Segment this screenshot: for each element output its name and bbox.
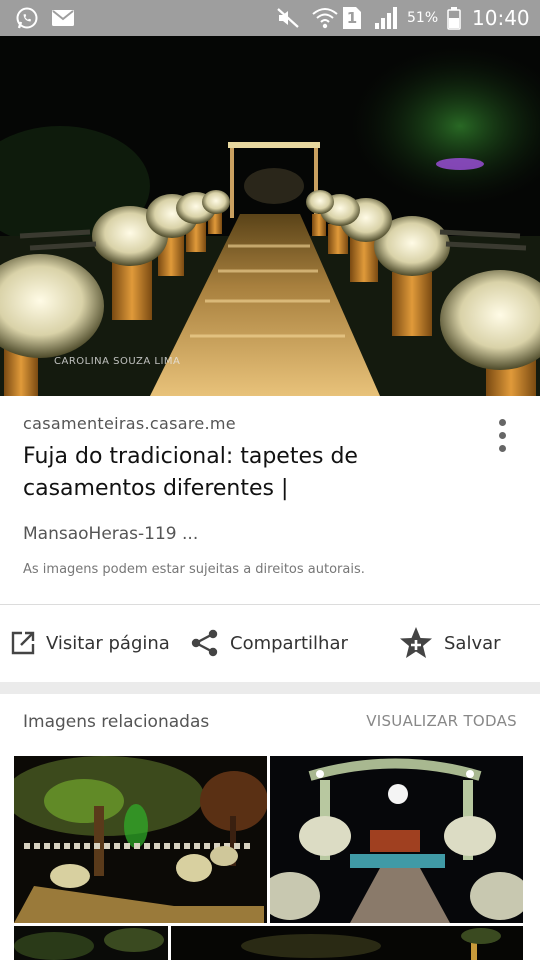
save-label: Salvar <box>444 632 501 654</box>
related-images-heading: Imagens relacionadas <box>23 712 210 732</box>
share-label: Compartilhar <box>230 632 348 654</box>
open-external-icon <box>10 630 36 656</box>
whatsapp-icon <box>14 6 40 30</box>
section-separator <box>0 682 540 694</box>
star-add-icon <box>398 626 434 660</box>
share-button[interactable]: Compartilhar <box>190 615 348 671</box>
copyright-notice: As imagens podem estar sujeitas a direit… <box>23 562 365 577</box>
related-thumbnail[interactable] <box>171 926 523 960</box>
share-icon <box>190 628 220 658</box>
hero-image[interactable]: CAROLINA SOUZA LIMA <box>0 36 540 396</box>
status-bar: 1 51% 10:40 <box>0 0 540 36</box>
result-title[interactable]: Fuja do tradicional: tapetes de casament… <box>23 441 463 505</box>
source-domain[interactable]: casamenteiras.casare.me <box>23 414 236 433</box>
related-thumbnail[interactable] <box>14 756 267 923</box>
save-button[interactable]: Salvar <box>398 615 501 671</box>
view-all-link[interactable]: VISUALIZAR TODAS <box>366 712 517 730</box>
divider <box>0 604 540 605</box>
signal-icon <box>374 6 400 30</box>
more-options-icon[interactable] <box>488 412 516 458</box>
wifi-icon <box>312 6 338 30</box>
visit-page-button[interactable]: Visitar página <box>10 615 170 671</box>
battery-icon <box>446 6 462 30</box>
related-thumbnail[interactable] <box>270 756 523 923</box>
battery-percent: 51% <box>407 10 439 26</box>
email-icon <box>51 6 75 30</box>
clock: 10:40 <box>472 6 530 30</box>
mute-icon <box>276 6 300 30</box>
result-subtitle: MansaoHeras-119 ... <box>23 524 199 544</box>
watermark: CAROLINA SOUZA LIMA <box>54 356 181 367</box>
related-thumbnail[interactable] <box>14 926 168 960</box>
sim-badge: 1 <box>346 9 358 27</box>
visit-page-label: Visitar página <box>46 632 170 654</box>
